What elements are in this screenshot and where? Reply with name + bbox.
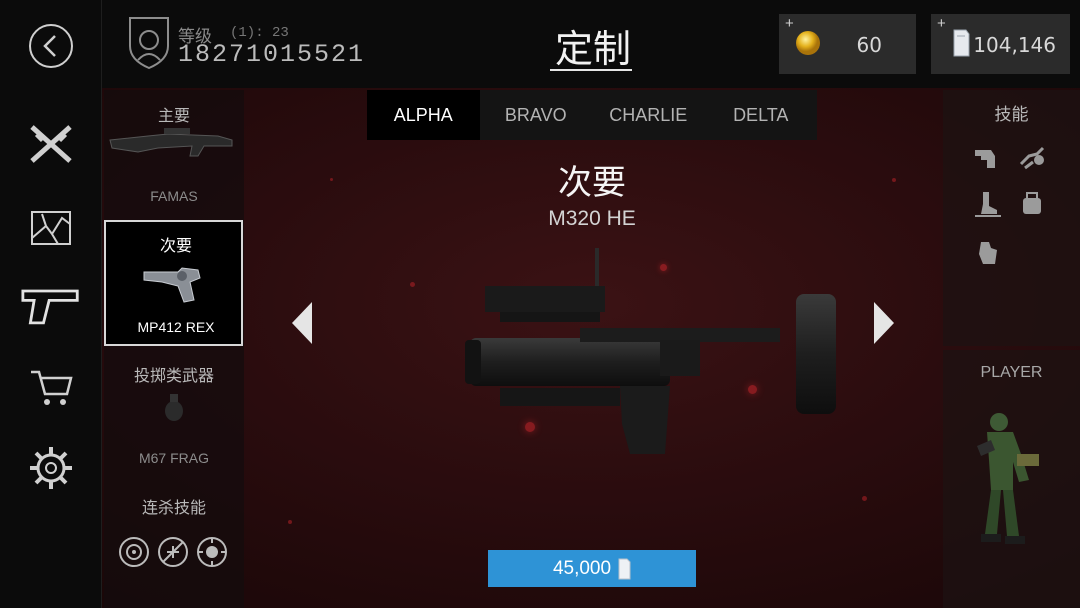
grenade-thumbnail [165, 394, 183, 421]
rank-badge-icon [129, 17, 169, 70]
back-button[interactable] [21, 20, 81, 72]
slot-secondary-name: MP412 REX [137, 319, 215, 335]
nav-equipment[interactable] [21, 202, 81, 254]
tab-bravo[interactable]: BRAVO [480, 90, 593, 140]
premium-value: 104,146 [973, 33, 1056, 57]
slot-primary[interactable]: 主要 FAMAS [104, 90, 244, 214]
ambient-speck [892, 178, 896, 182]
gold-coin-icon [796, 31, 820, 55]
grenade-throw-icon [1019, 146, 1045, 170]
player-label: PLAYER [980, 364, 1043, 381]
skills-title: 技能 [994, 105, 1029, 124]
back-icon [29, 24, 73, 68]
previous-weapon-arrow[interactable] [288, 300, 316, 346]
soldier-avatar [977, 413, 1039, 544]
rifle-thumbnail [109, 128, 233, 157]
boot-icon [975, 192, 1001, 217]
top-bar: 等级 (1): 23 18271015521 定制 + 60 + 104,146 [102, 0, 1080, 88]
coins-balance-button[interactable]: + 60 [779, 14, 916, 74]
loadout-tabs: ALPHA BRAVO CHARLIE DELTA [367, 90, 817, 140]
left-navigation [0, 0, 102, 608]
loadout-panel: 主要 FAMAS 投掷类武器 M67 FRAG 连杀技能 [104, 90, 244, 608]
slot-killstreak[interactable]: 连杀技能 [104, 488, 244, 598]
broken-glass-icon [31, 211, 71, 245]
title-underline [550, 69, 632, 71]
slot-throwable-name: M67 FRAG [138, 450, 209, 466]
nav-store[interactable] [21, 362, 81, 414]
glove-icon [979, 242, 997, 264]
price-value: 45,000 [552, 557, 612, 579]
streak-nofly-icon [158, 537, 188, 567]
shopping-cart-icon [31, 370, 73, 405]
slot-throwable-title: 投掷类武器 [133, 368, 214, 385]
ambient-speck [410, 282, 415, 287]
ambient-speck [288, 520, 292, 524]
slot-killstreak-title: 连杀技能 [141, 500, 206, 517]
tab-alpha[interactable]: ALPHA [367, 90, 480, 140]
ambient-speck [330, 178, 333, 181]
backpack-icon [1023, 192, 1041, 214]
next-weapon-arrow[interactable] [870, 300, 898, 346]
nav-settings[interactable] [21, 442, 81, 494]
gear-icon [30, 447, 72, 489]
pistol-icon [21, 289, 79, 325]
coins-value: 60 [856, 33, 882, 57]
add-premium-icon: + [937, 15, 946, 32]
nav-primary-weapons[interactable] [21, 118, 81, 170]
player-panel[interactable]: PLAYER [943, 350, 1080, 608]
tab-delta[interactable]: DELTA [705, 90, 818, 140]
skills-panel[interactable]: 技能 [943, 90, 1080, 346]
slot-secondary[interactable]: 次要 MP412 REX [104, 220, 243, 346]
silver-bar-icon [953, 29, 970, 57]
streak-radar-icon [119, 537, 149, 567]
revolver-thumbnail [143, 267, 201, 303]
weapon-slot-title: 次要 [558, 164, 626, 202]
slot-primary-title: 主要 [157, 108, 190, 125]
streak-compass-icon [197, 537, 227, 567]
rank-value: (1): 23 [230, 25, 289, 41]
silver-bar-icon [618, 558, 631, 579]
player-id: 18271015521 [178, 40, 366, 69]
tab-charlie[interactable]: CHARLIE [592, 90, 705, 140]
nav-secondary-weapons[interactable] [21, 280, 81, 332]
page-title: 定制 [554, 29, 631, 71]
buy-weapon-button[interactable]: 45,000 [488, 550, 696, 587]
slot-throwable[interactable]: 投掷类武器 M67 FRAG [104, 350, 244, 470]
slot-secondary-title: 次要 [159, 238, 192, 255]
slot-primary-name: FAMAS [150, 188, 198, 204]
grenade-launcher-image [465, 248, 836, 454]
add-coins-icon: + [785, 15, 794, 32]
hand-icon [975, 150, 995, 168]
crossed-rifles-icon [30, 125, 72, 163]
premium-balance-button[interactable]: + 104,146 [931, 14, 1070, 74]
ambient-speck [862, 496, 867, 501]
